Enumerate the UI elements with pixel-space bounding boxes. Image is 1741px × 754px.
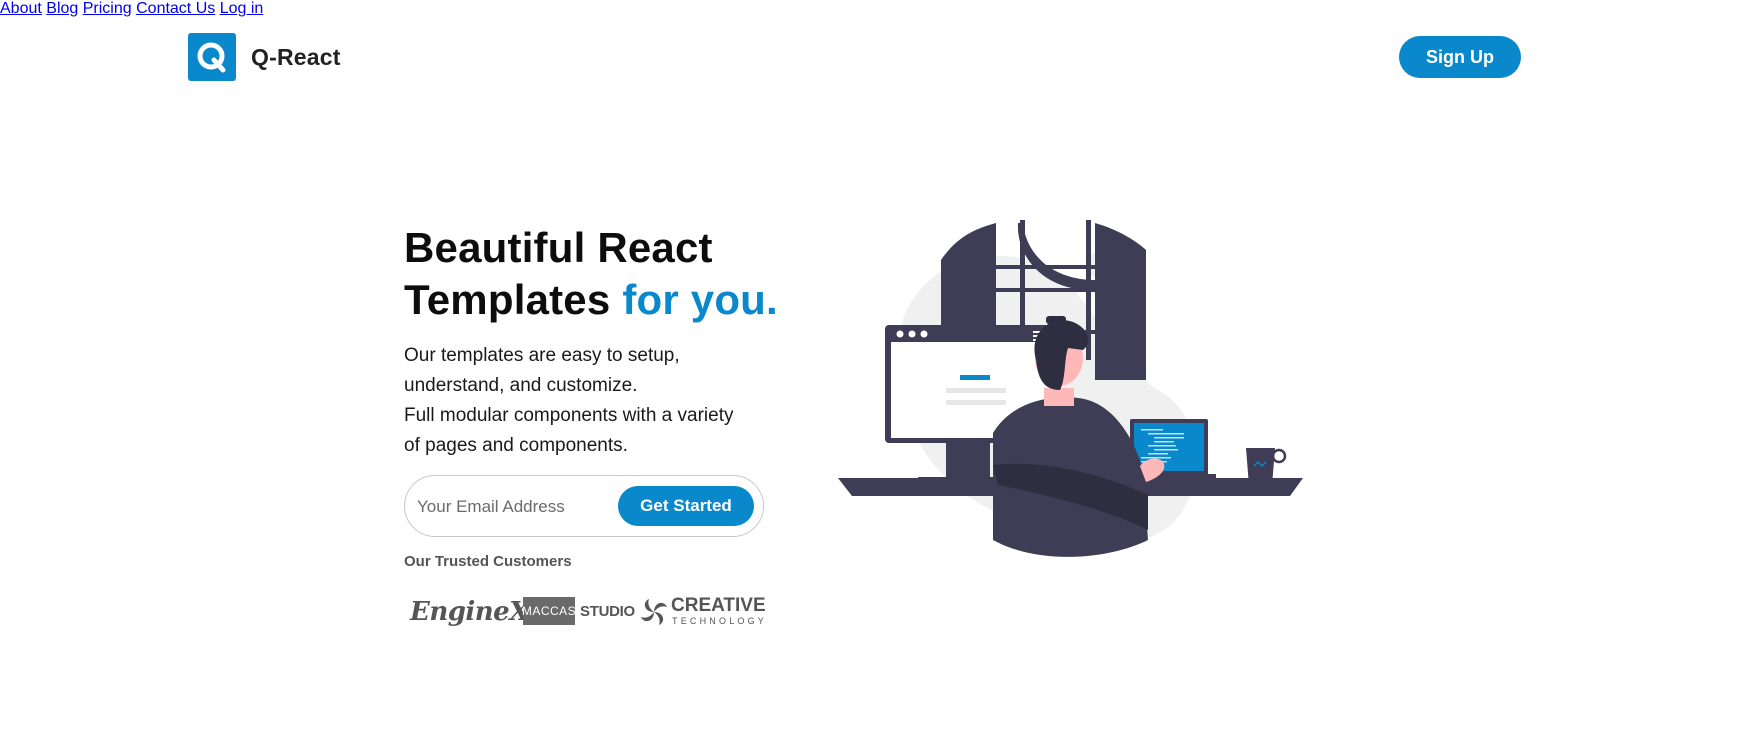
maccas-studio-logo: MACCAS STUDIO (522, 597, 635, 625)
creative-logo-main: CREATIVE (671, 595, 766, 616)
nav-blog-link[interactable]: Blog (46, 0, 78, 17)
email-signup-form: Get Started (404, 475, 764, 537)
hero-description-line: understand, and customize. (404, 375, 638, 396)
developer-at-desk-illustration (838, 220, 1308, 565)
maccas-logo-box: MACCAS (522, 597, 576, 625)
maccas-logo-text: STUDIO (580, 602, 635, 620)
mug (1246, 448, 1275, 486)
main-nav: About Blog Pricing Contact Us Log in (0, 0, 1741, 18)
hero-title: Beautiful React Templates for you. (404, 222, 778, 326)
brand-name: Q-React (251, 43, 341, 70)
creative-swirl-icon (641, 599, 667, 625)
q-logo-icon (188, 33, 236, 81)
hero-title-line2: Templates (404, 276, 611, 323)
enginex-logo: EngineX (410, 597, 529, 627)
hero-description: Our templates are easy to setup, underst… (404, 341, 784, 461)
get-started-button[interactable]: Get Started (618, 486, 754, 526)
email-input[interactable] (415, 490, 609, 524)
creative-logo-sub: TECHNOLOGY (672, 616, 768, 626)
brand-logo[interactable]: Q-React (188, 33, 341, 81)
nav-about-link[interactable]: About (0, 0, 42, 17)
hero-title-accent: for you. (622, 276, 778, 323)
signup-button[interactable]: Sign Up (1399, 36, 1521, 78)
hero-title-line1: Beautiful React (404, 224, 713, 271)
hero-description-line: Our templates are easy to setup, (404, 345, 680, 366)
nav-pricing-link[interactable]: Pricing (83, 0, 132, 17)
hero-description-line: of pages and components. (404, 435, 628, 456)
hero-description-line: Full modular components with a variety (404, 405, 734, 426)
nav-login-link[interactable]: Log in (220, 0, 264, 17)
nav-contact-link[interactable]: Contact Us (136, 0, 215, 17)
trusted-customers-label: Our Trusted Customers (404, 553, 572, 570)
